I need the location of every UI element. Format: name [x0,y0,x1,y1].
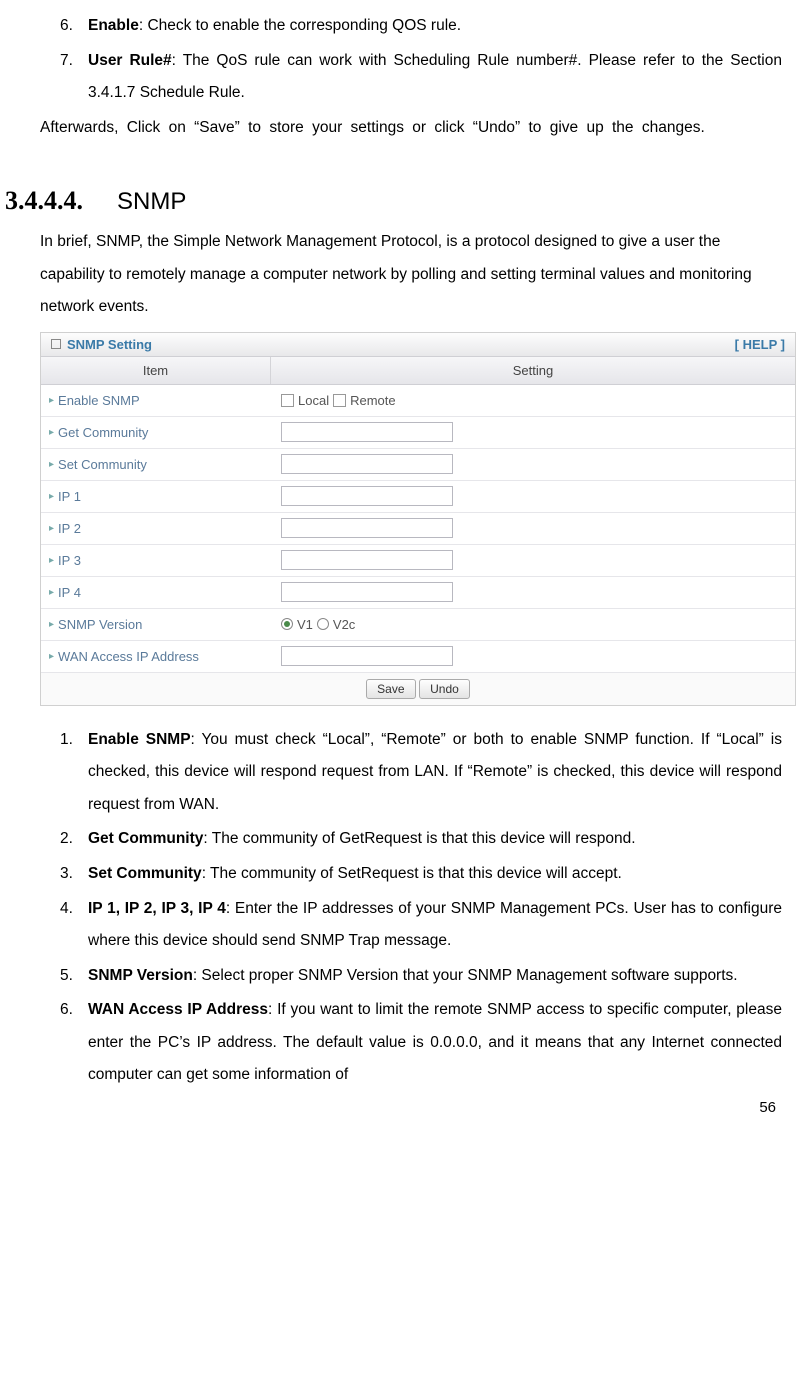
row-label: Set Community [58,457,147,472]
chevron-right-icon: ▸ [49,459,54,470]
help-link[interactable]: [ HELP ] [735,337,785,352]
row-label: Get Community [58,425,148,440]
snmp-item-2: 2. Get Community: The community of GetRe… [40,823,782,856]
header-item: Item [41,357,271,384]
list-number: 4. [60,893,88,958]
section-title: SNMP [117,188,186,216]
snmp-item-4: 4. IP 1, IP 2, IP 3, IP 4: Enter the IP … [40,893,782,958]
get-community-input[interactable] [281,422,453,442]
item-text: : Select proper SNMP Version that your S… [193,967,738,984]
local-checkbox[interactable] [281,394,294,407]
qos-item-7: 7. User Rule#: The QoS rule can work wit… [40,45,782,110]
snmp-item-5: 5. SNMP Version: Select proper SNMP Vers… [40,960,782,993]
snmp-item-6: 6. WAN Access IP Address: If you want to… [40,994,782,1092]
ip1-input[interactable] [281,486,453,506]
v2c-label: V2c [333,617,355,632]
page-number: 56 [759,1099,776,1116]
row-wan-access: ▸ WAN Access IP Address [41,641,795,673]
item-term: IP 1, IP 2, IP 3, IP 4 [88,900,226,917]
row-get-community: ▸ Get Community [41,417,795,449]
item-text: : You must check “Local”, “Remote” or bo… [88,731,782,813]
chevron-right-icon: ▸ [49,651,54,662]
list-number: 1. [60,724,88,822]
chevron-right-icon: ▸ [49,427,54,438]
wan-access-input[interactable] [281,646,453,666]
local-label: Local [298,393,329,408]
panel-titlebar: SNMP Setting [ HELP ] [41,333,795,357]
list-number: 7. [60,45,88,110]
v1-label: V1 [297,617,313,632]
set-community-input[interactable] [281,454,453,474]
item-term: Set Community [88,865,202,882]
ip4-input[interactable] [281,582,453,602]
row-label: IP 1 [58,489,81,504]
list-number: 2. [60,823,88,856]
v1-radio[interactable] [281,618,293,630]
row-label: WAN Access IP Address [58,649,199,664]
row-ip1: ▸ IP 1 [41,481,795,513]
chevron-right-icon: ▸ [49,619,54,630]
row-enable-snmp: ▸ Enable SNMP Local Remote [41,385,795,417]
table-header: Item Setting [41,357,795,385]
save-button[interactable]: Save [366,679,415,699]
remote-checkbox[interactable] [333,394,346,407]
snmp-setting-screenshot: SNMP Setting [ HELP ] Item Setting ▸ Enab… [40,332,796,706]
panel-icon [51,339,61,349]
chevron-right-icon: ▸ [49,491,54,502]
item-term: Get Community [88,830,203,847]
row-ip3: ▸ IP 3 [41,545,795,577]
list-body: User Rule#: The QoS rule can work with S… [88,45,782,110]
item-term: User Rule# [88,52,172,69]
row-label: IP 2 [58,521,81,536]
row-label: SNMP Version [58,617,142,632]
item-text: : The QoS rule can work with Scheduling … [88,52,782,102]
panel-title: SNMP Setting [67,337,152,352]
snmp-item-3: 3. Set Community: The community of SetRe… [40,858,782,891]
list-number: 5. [60,960,88,993]
row-ip4: ▸ IP 4 [41,577,795,609]
row-ip2: ▸ IP 2 [41,513,795,545]
row-snmp-version: ▸ SNMP Version V1 V2c [41,609,795,641]
item-term: Enable SNMP [88,731,191,748]
snmp-item-1: 1. Enable SNMP: You must check “Local”, … [40,724,782,822]
row-label: IP 3 [58,553,81,568]
item-term: Enable [88,17,139,34]
item-text: : Check to enable the corresponding QOS … [139,17,461,34]
chevron-right-icon: ▸ [49,555,54,566]
chevron-right-icon: ▸ [49,587,54,598]
chevron-right-icon: ▸ [49,395,54,406]
list-body: Enable: Check to enable the correspondin… [88,10,782,43]
row-label: Enable SNMP [58,393,140,408]
ip2-input[interactable] [281,518,453,538]
row-label: IP 4 [58,585,81,600]
item-text: : The community of SetRequest is that th… [202,865,622,882]
afterwards-paragraph: Afterwards, Click on “Save” to store you… [40,112,782,145]
snmp-intro: In brief, SNMP, the Simple Network Manag… [40,226,782,324]
qos-item-6: 6. Enable: Check to enable the correspon… [40,10,782,43]
item-text: : The community of GetRequest is that th… [203,830,635,847]
list-number: 3. [60,858,88,891]
row-set-community: ▸ Set Community [41,449,795,481]
chevron-right-icon: ▸ [49,523,54,534]
list-number: 6. [60,10,88,43]
panel-footer: Save Undo [41,673,795,705]
section-number: 3.4.4.4. [5,186,83,216]
header-setting: Setting [271,357,795,384]
v2c-radio[interactable] [317,618,329,630]
section-heading: 3.4.4.4. SNMP [5,186,782,216]
list-number: 6. [60,994,88,1092]
ip3-input[interactable] [281,550,453,570]
item-term: SNMP Version [88,967,193,984]
remote-label: Remote [350,393,396,408]
item-term: WAN Access IP Address [88,1001,268,1018]
undo-button[interactable]: Undo [419,679,470,699]
